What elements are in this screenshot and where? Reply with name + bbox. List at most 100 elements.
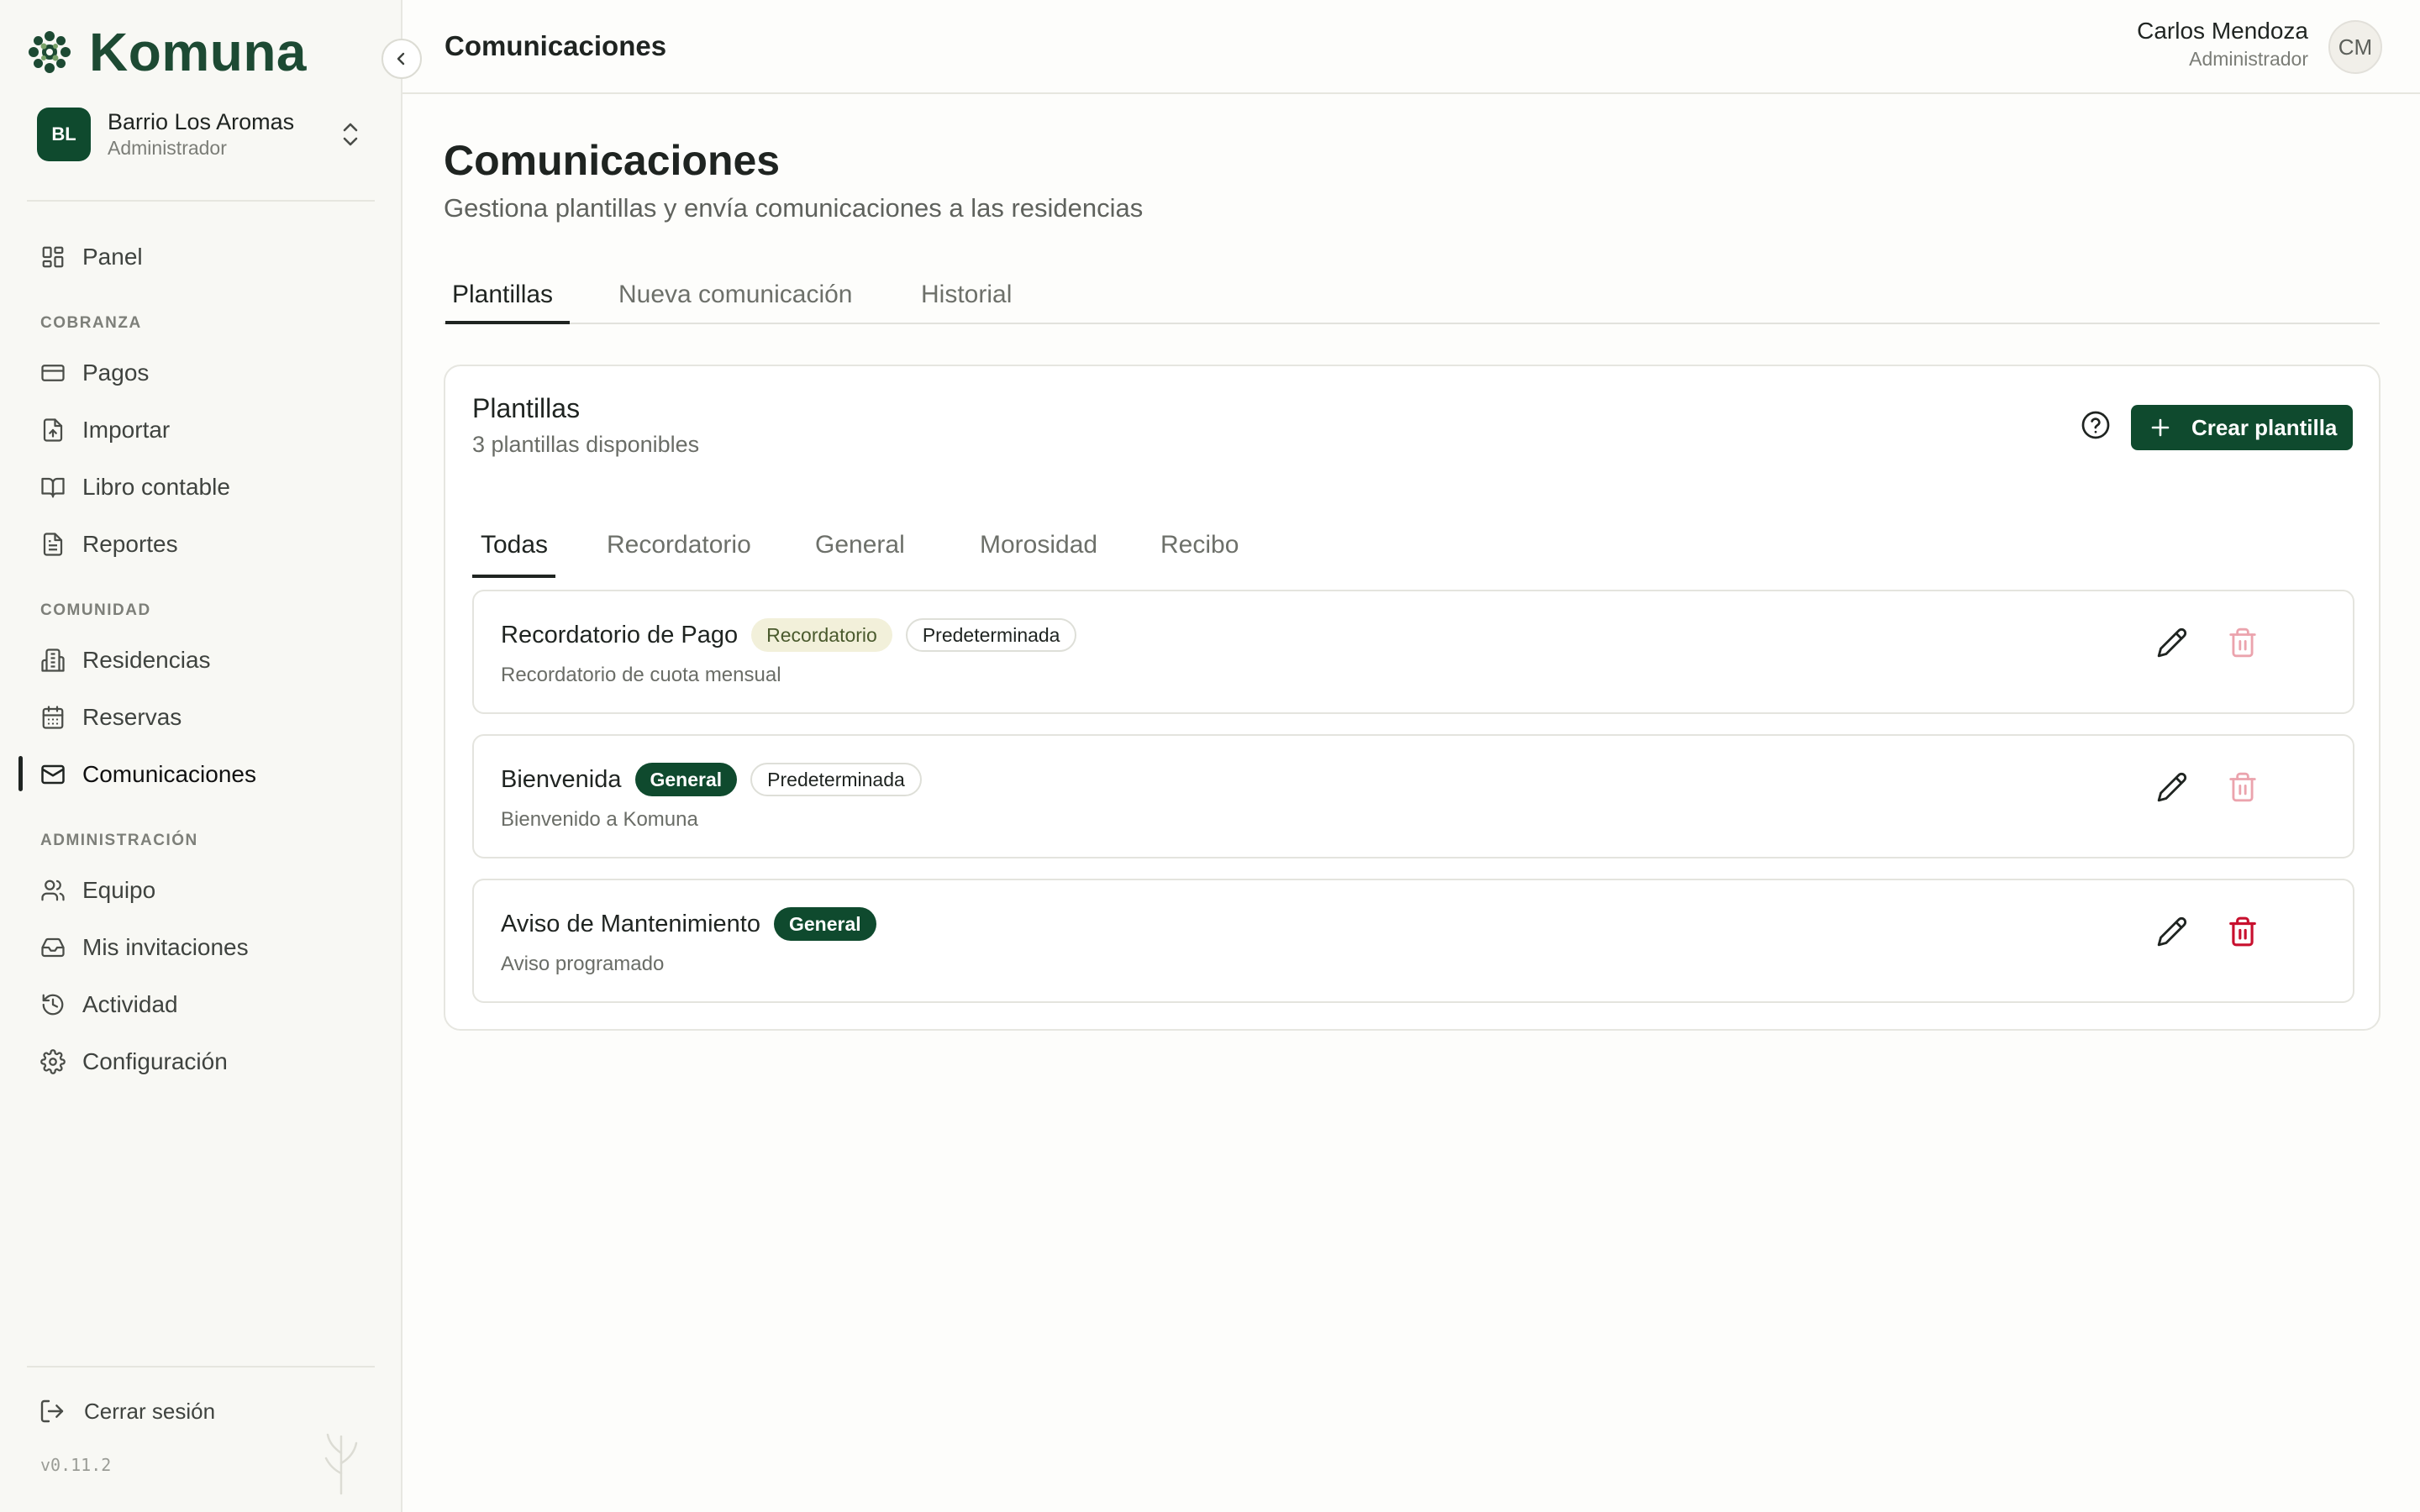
template-row[interactable]: Bienvenida General Predeterminada Bienve… xyxy=(472,734,2354,858)
header-title: Comunicaciones xyxy=(445,30,667,61)
pencil-icon[interactable] xyxy=(2156,916,2188,948)
mail-icon xyxy=(41,764,65,785)
sidebar-divider xyxy=(27,1366,375,1368)
trash-icon xyxy=(2229,627,2256,658)
sidebar-item-configuracion[interactable]: Configuración xyxy=(27,1037,375,1087)
filter-recordatorio[interactable]: Recordatorio xyxy=(607,531,751,559)
filter-recibo[interactable]: Recibo xyxy=(1160,531,1239,559)
tab-nueva-comunicacion[interactable]: Nueva comunicación xyxy=(618,281,852,309)
sidebar-item-comunicaciones[interactable]: Comunicaciones xyxy=(27,749,375,800)
main-tabs: Plantillas Nueva comunicación Historial xyxy=(444,265,2380,324)
trash-icon xyxy=(2229,772,2256,802)
filter-todas[interactable]: Todas xyxy=(481,531,548,559)
trash-icon[interactable] xyxy=(2227,916,2259,948)
section-comunidad: COMUNIDAD xyxy=(40,601,151,619)
section-administracion: ADMINISTRACIÓN xyxy=(40,832,198,849)
sidebar-item-label: Equipo xyxy=(82,877,156,903)
sidebar-item-label: Pagos xyxy=(82,360,150,386)
plus-icon xyxy=(2151,418,2170,437)
template-description: Aviso programado xyxy=(501,953,665,975)
sidebar-item-label: Actividad xyxy=(82,991,178,1017)
template-description: Recordatorio de cuota mensual xyxy=(501,664,781,686)
user-role: Administrador xyxy=(2189,48,2308,70)
book-open-icon xyxy=(41,477,65,498)
page-title: Comunicaciones xyxy=(444,137,781,184)
logout-icon xyxy=(40,1399,64,1423)
brand[interactable]: Komuna xyxy=(27,25,307,79)
sidebar-item-libro-contable[interactable]: Libro contable xyxy=(27,462,375,512)
pencil-icon[interactable] xyxy=(2156,627,2188,659)
sidebar-item-label: Comunicaciones xyxy=(82,761,256,787)
category-badge: Recordatorio xyxy=(751,618,892,652)
sidebar-item-reservas[interactable]: Reservas xyxy=(27,692,375,743)
brand-name: Komuna xyxy=(89,22,307,82)
user-info[interactable]: Carlos Mendoza Administrador xyxy=(2137,17,2308,72)
help-circle-icon[interactable] xyxy=(2081,410,2111,440)
sidebar-item-reportes[interactable]: Reportes xyxy=(27,519,375,570)
sidebar-item-label: Configuración xyxy=(82,1048,228,1074)
active-tab-indicator xyxy=(445,321,570,324)
sidebar-item-panel[interactable]: Panel xyxy=(27,232,375,282)
active-filter-indicator xyxy=(472,575,555,578)
template-name: Recordatorio de Pago xyxy=(501,621,739,648)
history-icon xyxy=(42,994,64,1016)
sidebar-item-pagos[interactable]: Pagos xyxy=(27,348,375,398)
sidebar-item-label: Mis invitaciones xyxy=(82,934,249,960)
org-switcher[interactable]: BL Barrio Los Aromas Administrador xyxy=(37,108,370,161)
category-badge: General xyxy=(634,763,738,796)
pencil-icon[interactable] xyxy=(2156,771,2188,803)
sprout-decoration-icon xyxy=(324,1433,358,1495)
users-icon xyxy=(41,879,65,901)
create-template-button[interactable]: Crear plantilla xyxy=(2131,405,2353,450)
tab-historial[interactable]: Historial xyxy=(921,281,1012,309)
avatar[interactable]: CM xyxy=(2328,20,2382,74)
section-cobranza: COBRANZA xyxy=(40,314,142,332)
top-bar: Comunicaciones Carlos Mendoza Administra… xyxy=(402,0,2420,94)
filter-morosidad[interactable]: Morosidad xyxy=(980,531,1097,559)
logout-label: Cerrar sesión xyxy=(84,1398,216,1424)
org-name: Barrio Los Aromas xyxy=(108,109,295,134)
user-name: Carlos Mendoza xyxy=(2137,18,2308,44)
sidebar-item-actividad[interactable]: Actividad xyxy=(27,979,375,1030)
default-badge: Predeterminada xyxy=(905,618,1077,652)
credit-card-icon xyxy=(41,365,65,381)
active-nav-indicator xyxy=(18,756,23,791)
sidebar-item-label: Reportes xyxy=(82,531,178,557)
sidebar-divider xyxy=(27,200,375,202)
sidebar-item-label: Libro contable xyxy=(82,474,230,500)
chevron-up-down-icon xyxy=(343,123,358,146)
tab-plantillas[interactable]: Plantillas xyxy=(452,281,553,309)
template-row[interactable]: Recordatorio de Pago Recordatorio Predet… xyxy=(472,590,2354,714)
template-name: Bienvenida xyxy=(501,765,622,793)
org-role: Administrador xyxy=(108,137,227,159)
category-filter-tabs: Todas Recordatorio General Morosidad Rec… xyxy=(472,514,1313,581)
filter-general[interactable]: General xyxy=(815,531,905,559)
template-row[interactable]: Aviso de Mantenimiento General Aviso pro… xyxy=(472,879,2354,1003)
create-template-label: Crear plantilla xyxy=(2191,414,2338,440)
komuna-logo-icon xyxy=(29,31,71,73)
template-name: Aviso de Mantenimiento xyxy=(501,910,760,937)
file-text-icon xyxy=(43,533,63,556)
file-upload-icon xyxy=(43,418,63,442)
sidebar-item-invitaciones[interactable]: Mis invitaciones xyxy=(27,922,375,973)
sidebar-item-residencias[interactable]: Residencias xyxy=(27,635,375,685)
app-version: v0.11.2 xyxy=(40,1455,112,1475)
template-description: Bienvenido a Komuna xyxy=(501,808,698,831)
templates-card: Plantillas 3 plantillas disponibles Crea… xyxy=(444,365,2381,1031)
collapse-sidebar-button[interactable] xyxy=(381,39,422,79)
card-title: Plantillas xyxy=(472,393,581,423)
default-badge: Predeterminada xyxy=(750,763,922,796)
calendar-icon xyxy=(42,706,64,729)
gear-icon xyxy=(40,1049,66,1074)
category-badge: General xyxy=(773,907,876,941)
sidebar-item-importar[interactable]: Importar xyxy=(27,405,375,455)
sidebar-item-label: Reservas xyxy=(82,704,182,730)
dashboard-icon xyxy=(42,246,64,268)
sidebar-item-equipo[interactable]: Equipo xyxy=(27,865,375,916)
sidebar-item-label: Importar xyxy=(82,417,171,443)
sidebar-item-label: Panel xyxy=(82,244,143,270)
sidebar: Komuna BL Barrio Los Aromas Administrado… xyxy=(0,0,402,1512)
org-avatar: BL xyxy=(37,108,91,161)
building-icon xyxy=(41,648,65,672)
card-subtitle: 3 plantillas disponibles xyxy=(472,432,700,457)
